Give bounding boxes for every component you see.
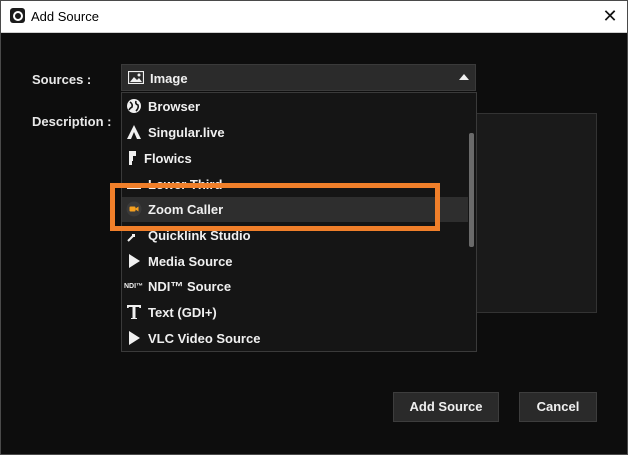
text-icon [126, 304, 142, 320]
play-icon [126, 253, 142, 269]
lower-third-icon [126, 176, 142, 192]
ndi-icon: NDI™ [124, 280, 146, 296]
app-logo-icon [10, 8, 25, 23]
dropdown-item-label: Quicklink Studio [148, 228, 251, 243]
description-label: Description : [32, 114, 112, 129]
dropdown-item-label: Browser [148, 99, 201, 114]
globe-icon [126, 98, 142, 114]
sources-select-value: Image [150, 71, 188, 86]
scrollbar-thumb[interactable] [469, 133, 474, 247]
dropdown-item-label: Lower Third [148, 177, 223, 192]
dropdown-item-ndi-source[interactable]: NDI™ NDI™ Source [122, 274, 468, 299]
sources-dropdown-list[interactable]: Browser Singular.live Flowics Lower Thir… [121, 92, 477, 352]
sources-label: Sources : [32, 72, 92, 87]
close-button[interactable]: ✕ [599, 5, 621, 27]
dropdown-item-flowics[interactable]: Flowics [122, 146, 468, 171]
dropdown-item-label: Zoom Caller [148, 202, 224, 217]
dropdown-item-text-gdi[interactable]: Text (GDI+) [122, 300, 468, 325]
dropdown-item-label: NDI™ Source [148, 279, 232, 294]
dropdown-item-browser[interactable]: Browser [122, 94, 468, 119]
dropdown-item-quicklink-studio[interactable]: Quicklink Studio [122, 223, 468, 248]
dropdown-item-label: VLC Video Source [148, 331, 261, 346]
sources-select[interactable]: Image [121, 64, 476, 91]
flowics-icon [126, 150, 142, 166]
dropdown-item-zoom-caller[interactable]: Zoom Caller [122, 197, 468, 222]
dropdown-item-singular-live[interactable]: Singular.live [122, 120, 468, 145]
window-title: Add Source [31, 9, 99, 24]
title-bar: Add Source ✕ [1, 1, 627, 33]
quicklink-icon [126, 227, 142, 243]
image-icon [128, 71, 144, 84]
play-icon [126, 330, 142, 346]
svg-text:NDI™: NDI™ [124, 283, 143, 290]
add-source-dialog: Add Source ✕ Sources : Description : Ima… [0, 0, 628, 455]
dropdown-item-media-source[interactable]: Media Source [122, 249, 468, 274]
add-source-button[interactable]: Add Source [393, 392, 499, 422]
singular-icon [126, 124, 142, 140]
dropdown-item-label: Media Source [148, 254, 233, 269]
cancel-button[interactable]: Cancel [519, 392, 597, 422]
dropdown-item-lower-third[interactable]: Lower Third [122, 172, 468, 197]
dropdown-item-label: Flowics [144, 151, 192, 166]
dropdown-item-vlc-video-source[interactable]: VLC Video Source [122, 326, 468, 351]
dropdown-item-label: Text (GDI+) [148, 305, 217, 320]
chevron-up-icon[interactable] [459, 74, 469, 80]
camera-icon [126, 201, 142, 217]
dropdown-item-label: Singular.live [148, 125, 225, 140]
dropdown-scrollbar[interactable] [469, 95, 474, 349]
description-textarea[interactable] [471, 113, 597, 313]
